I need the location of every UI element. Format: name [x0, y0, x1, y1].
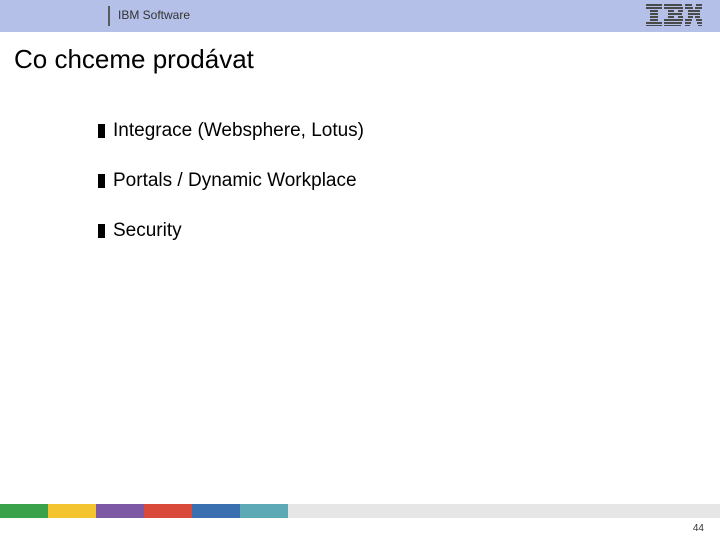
bullet-list: Integrace (Websphere, Lotus) Portals / D… — [98, 120, 658, 270]
bullet-text: Portals / Dynamic Workplace — [113, 170, 357, 192]
ibm-logo-icon — [646, 4, 702, 26]
bullet-icon — [98, 174, 105, 188]
stripe-segment — [144, 504, 192, 518]
stripe-segment — [288, 504, 720, 518]
header-band: IBM Software — [0, 0, 720, 32]
bullet-icon — [98, 124, 105, 138]
bullet-text: Integrace (Websphere, Lotus) — [113, 120, 364, 142]
stripe-segment — [0, 504, 48, 518]
page-number: 44 — [693, 523, 704, 534]
stripe-segment — [192, 504, 240, 518]
list-item: Security — [98, 220, 658, 242]
bullet-text: Security — [113, 220, 182, 242]
header-divider — [108, 6, 110, 26]
stripe-segment — [240, 504, 288, 518]
list-item: Portals / Dynamic Workplace — [98, 170, 658, 192]
stripe-segment — [96, 504, 144, 518]
footer-color-stripe — [0, 504, 720, 518]
page-title: Co chceme prodávat — [14, 44, 254, 75]
bullet-icon — [98, 224, 105, 238]
header-label: IBM Software — [118, 8, 190, 22]
stripe-segment — [48, 504, 96, 518]
list-item: Integrace (Websphere, Lotus) — [98, 120, 658, 142]
